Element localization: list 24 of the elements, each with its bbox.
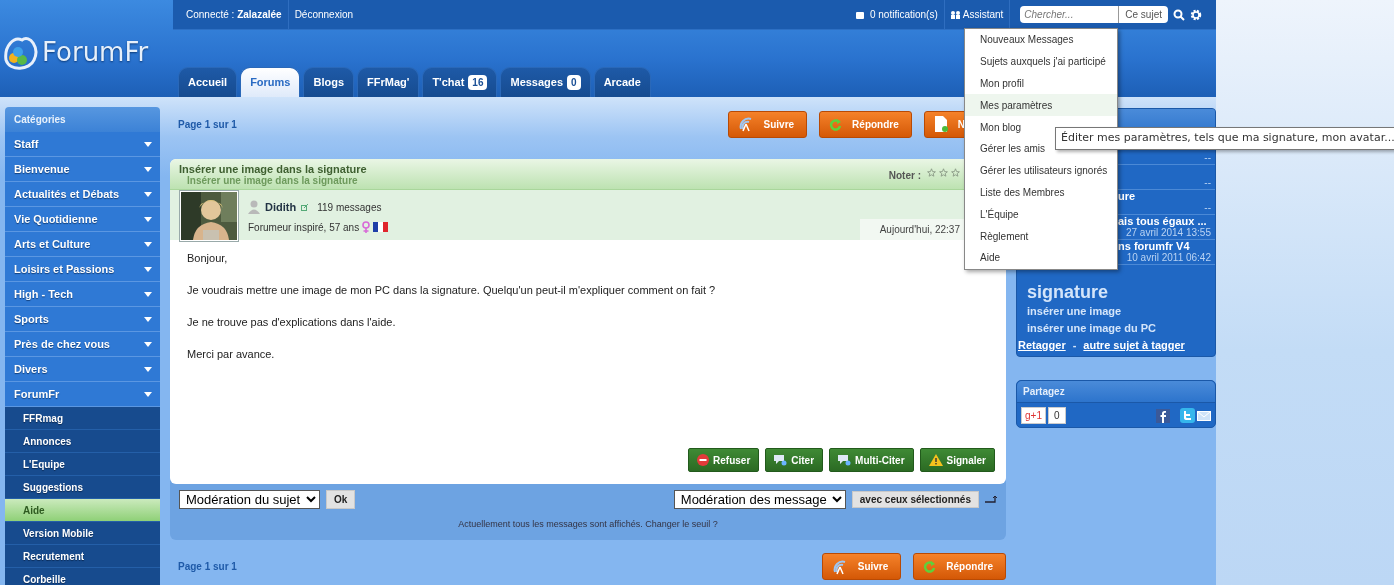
rating-label: Noter : [888, 169, 921, 183]
sidebar-header: Catégories [5, 107, 160, 132]
page-indicator: Page 1 sur 1 [178, 117, 237, 132]
topic-meta: -- [1203, 202, 1211, 213]
user-status: Connecté : Zalazalée [185, 8, 283, 22]
tooltip: Éditer mes paramètres, tels que ma signature, mon avatar... [1055, 127, 1394, 150]
topic-title: Insérer une image dans la signature [179, 163, 367, 175]
separator-text: - [1072, 338, 1077, 353]
post-text: Merci par avance. [187, 348, 276, 361]
topic-meta: 10 avril 2011 06:42 [1125, 252, 1211, 263]
threshold-notice: Actuellement tous les messages sont affichés. Changer le seuil ? [457, 518, 719, 531]
topic-meta: -- [1203, 177, 1211, 188]
post-count: 119 messages [317, 200, 382, 215]
post-text: Je ne trouve pas d'explications dans l'aide. [187, 316, 397, 329]
topic-meta: -- [1203, 152, 1211, 163]
topic-meta: 27 avril 2014 13:55 [1124, 227, 1211, 238]
page-indicator: Page 1 sur 1 [178, 560, 237, 574]
count-badge: 0 [567, 75, 581, 90]
share-count: 0 [1047, 407, 1066, 424]
count-badge: 16 [468, 75, 488, 90]
author-rank: Forumeur inspiré, 57 ans [248, 220, 360, 235]
topic-subtitle: Insérer une image dans la signature [186, 175, 358, 186]
post-text: Je voudrais mettre une image de mon PC dans la signature. Quelqu'un peut-il m'expliquer comment on fait ? [187, 284, 717, 297]
share-title: Partagez [1017, 381, 1215, 403]
